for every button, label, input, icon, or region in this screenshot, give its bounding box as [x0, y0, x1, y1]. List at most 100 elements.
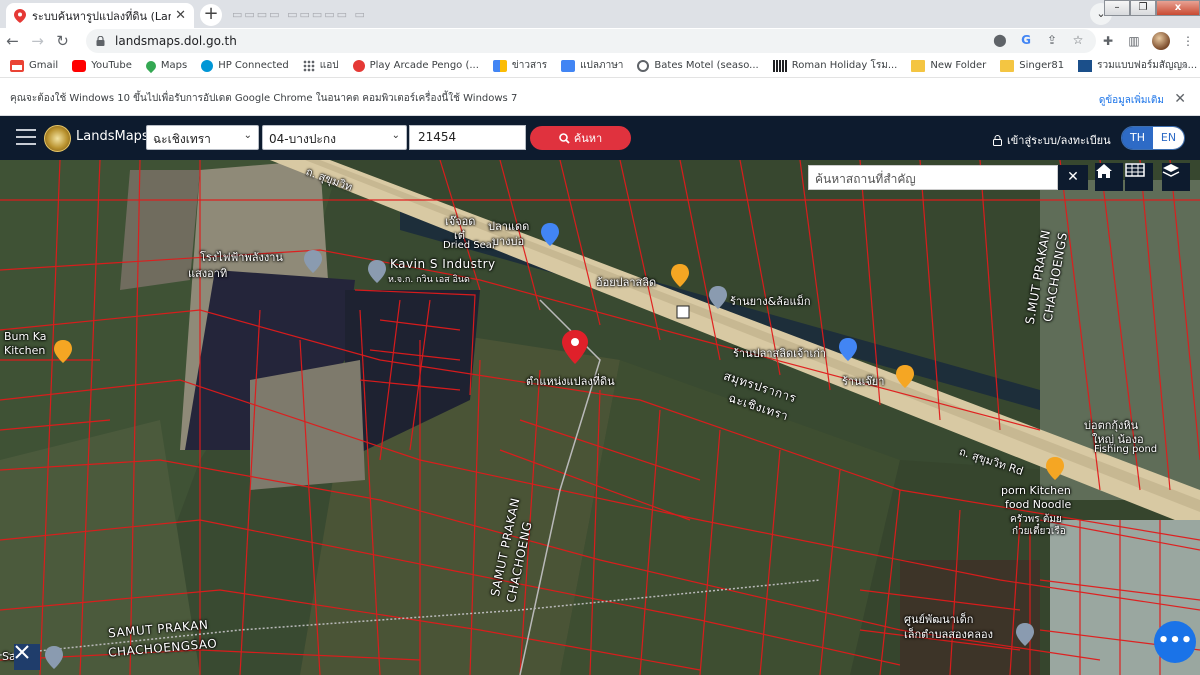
home-button[interactable]	[1095, 163, 1123, 191]
satellite-map[interactable]: ถ. สุขุมวิท Kavin S Industry ห.จ.ก. กวิน…	[0, 160, 1200, 675]
toolbar-right-icons: ✚ ▥ ⋮	[1100, 32, 1196, 50]
grid-button[interactable]	[1125, 163, 1153, 191]
location-pin-icon[interactable]: ⬤	[992, 32, 1008, 48]
place-search-input[interactable]: ค้นหาสถานที่สำคัญ	[808, 165, 1058, 190]
bookmark-star-icon[interactable]: ☆	[1070, 32, 1086, 48]
map-label: Kitchen	[4, 344, 46, 357]
close-info-bar-icon[interactable]: ✕	[1174, 91, 1186, 107]
globe-icon	[637, 59, 650, 72]
bookmark-play-arcade[interactable]: Play Arcade Pengo (...	[352, 59, 479, 72]
lang-th-button[interactable]: TH	[1122, 127, 1153, 149]
restore-window-button[interactable]: ❐	[1130, 0, 1156, 16]
extensions-puzzle-icon[interactable]: ✚	[1100, 33, 1116, 49]
share-icon[interactable]: ⇪	[1044, 32, 1060, 48]
map-label: ร้านเจ๊ยา	[842, 375, 885, 388]
translate-icon	[561, 59, 576, 72]
url-text: landsmaps.dol.go.th	[115, 34, 237, 48]
bookmark-gmail[interactable]: Gmail	[10, 59, 58, 72]
browser-tab-strip: ระบบค้นหารูปแปลงที่ดิน (LandsMaps) ✕ + ▭…	[0, 0, 1200, 28]
district-value: 04-บางปะกง	[269, 132, 337, 146]
close-window-button[interactable]: x	[1156, 0, 1200, 16]
dol-seal-logo	[44, 125, 71, 152]
chrome-menu-icon[interactable]: ⋮	[1180, 33, 1196, 49]
landsmaps-header: LandsMaps ฉะเชิงเทรา ⌄ 04-บางปะกง ⌄ 2145…	[0, 116, 1200, 160]
bookmarks-bar: Gmail YouTube Maps HP Connected แอป Play…	[0, 54, 1200, 78]
bookmark-youtube[interactable]: YouTube	[72, 59, 132, 72]
side-panel-icon[interactable]: ▥	[1126, 33, 1142, 49]
reload-icon[interactable]: ↻	[50, 32, 75, 50]
profile-avatar[interactable]	[1152, 32, 1170, 50]
gmail-icon	[10, 59, 24, 72]
bookmark-bates-motel[interactable]: Bates Motel (seaso...	[637, 59, 759, 72]
login-register-link[interactable]: เข้าสู่ระบบ/ลงทะเบียน	[993, 131, 1111, 149]
back-arrow-icon[interactable]: ←	[0, 32, 25, 50]
map-label: ร้านยาง&ล้อแม็ก	[730, 295, 811, 308]
map-imagery	[0, 160, 1200, 675]
more-bookmarks-icon[interactable]: »	[1181, 59, 1188, 72]
bookmark-hp-connected[interactable]: HP Connected	[201, 59, 289, 72]
province-select[interactable]: ฉะเชิงเทรา ⌄	[146, 125, 259, 150]
lock-icon	[96, 36, 105, 46]
map-label: Dried Seaf	[443, 240, 496, 251]
bookmark-news[interactable]: ข่าวสาร	[492, 58, 547, 73]
brand-name: LandsMaps	[76, 129, 149, 144]
bookmark-maps[interactable]: Maps	[143, 58, 187, 73]
login-label: เข้าสู่ระบบ/ลงทะเบียน	[1007, 134, 1111, 147]
maps-pin-icon	[143, 58, 158, 73]
bookmark-contract-forms[interactable]: รวมแบบฟอร์มสัญญา...	[1078, 58, 1197, 73]
lock-icon	[993, 134, 1002, 146]
windows7-info-bar: คุณจะต้องใช้ Windows 10 ขึ้นไปเพื่อรับกา…	[0, 82, 1200, 116]
info-bar-message: คุณจะต้องใช้ Windows 10 ขึ้นไปเพื่อรับกา…	[10, 93, 518, 104]
omnibox-icons: ⬤ G ⇪ ☆	[992, 32, 1086, 48]
map-label: food Noodle	[1005, 498, 1072, 511]
grid-table-icon	[1125, 163, 1145, 177]
learn-more-link[interactable]: ดูข้อมูลเพิ่มเติม	[1099, 93, 1164, 108]
search-icon	[559, 132, 570, 144]
bookmark-translate[interactable]: แปลภาษา	[561, 58, 623, 73]
window-controls: – ❐ x	[1104, 0, 1200, 18]
browser-tab[interactable]: ระบบค้นหารูปแปลงที่ดิน (LandsMaps) ✕	[6, 3, 194, 28]
browser-toolbar: ← → ↻ landsmaps.dol.go.th ⬤ G ⇪ ☆ ✚ ▥ ⋮	[0, 28, 1200, 54]
chevron-down-icon: ⌄	[243, 130, 252, 141]
film-strip-icon	[772, 59, 787, 72]
chevron-down-icon: ⌄	[391, 130, 400, 141]
hp-logo-icon	[201, 59, 214, 72]
map-label: Bum Ka	[4, 330, 47, 343]
forward-arrow-icon[interactable]: →	[25, 32, 50, 50]
tab-title: ระบบค้นหารูปแปลงที่ดิน (LandsMaps)	[32, 9, 171, 23]
document-icon	[1078, 59, 1093, 72]
address-bar[interactable]: landsmaps.dol.go.th ⬤ G ⇪ ☆	[86, 29, 1096, 53]
minimize-window-button[interactable]: –	[1104, 0, 1130, 16]
map-label: ก๋วยเตี๋ยวเรือ	[1012, 526, 1066, 537]
apps-grid-icon	[302, 59, 315, 72]
map-label: บางบ่อ	[492, 235, 525, 248]
map-label: ห.จ.ก. กวิน เอส อินด	[388, 275, 470, 285]
home-icon	[1096, 164, 1112, 178]
layers-button[interactable]	[1162, 163, 1190, 191]
measure-tool-button[interactable]	[14, 644, 40, 670]
map-label: ร้านปลาสลิดเจ้าเก่า	[733, 347, 827, 360]
bookmark-apps[interactable]: แอป	[302, 58, 339, 73]
chat-bubble-button[interactable]: •••	[1154, 621, 1196, 663]
parcel-number-input[interactable]: 21454	[409, 125, 526, 150]
google-translate-icon[interactable]: G	[1018, 32, 1034, 48]
bookmark-new-folder[interactable]: New Folder	[911, 59, 986, 72]
search-button-label: ค้นหา	[573, 132, 603, 145]
map-label: Fishing pond	[1094, 444, 1158, 455]
lang-en-button[interactable]: EN	[1153, 127, 1184, 149]
layers-icon	[1162, 164, 1180, 177]
language-toggle: TH EN	[1121, 126, 1185, 150]
close-tab-icon[interactable]: ✕	[175, 8, 186, 23]
parcel-location-label: ตำแหน่งแปลงที่ดิน	[526, 375, 615, 388]
hamburger-menu-icon[interactable]	[16, 129, 36, 145]
map-pin-favicon-icon	[14, 8, 26, 23]
map-label: porn Kitchen	[1001, 484, 1071, 497]
search-button[interactable]: ค้นหา	[530, 126, 631, 150]
bookmark-roman-holiday[interactable]: Roman Holiday โรม...	[772, 58, 897, 73]
bookmark-singer81[interactable]: Singer81	[1000, 59, 1064, 72]
district-select[interactable]: 04-บางปะกง ⌄	[262, 125, 407, 150]
folder-icon	[1000, 59, 1015, 72]
news-icon	[492, 59, 507, 72]
clear-search-icon[interactable]: ✕	[1058, 165, 1088, 190]
new-tab-button[interactable]: +	[200, 4, 222, 26]
